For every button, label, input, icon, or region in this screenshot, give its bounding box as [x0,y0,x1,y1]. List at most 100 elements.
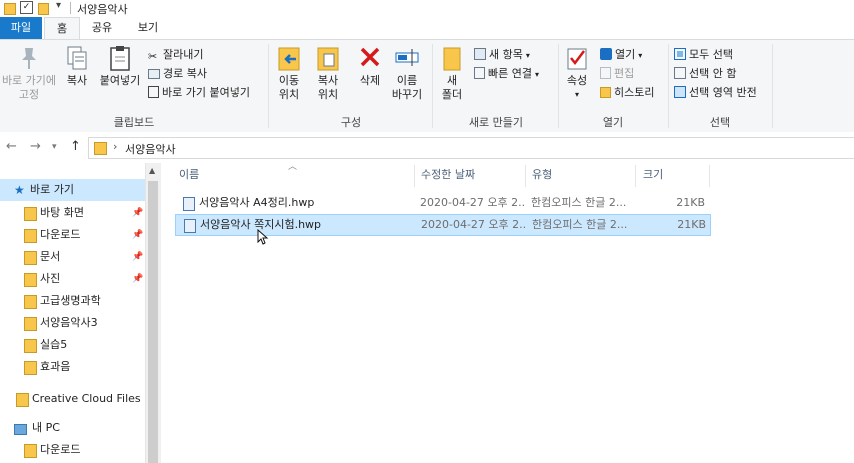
folder-icon [94,142,107,155]
column-divider[interactable] [709,165,710,187]
chevron-down-icon[interactable]: ▾ [56,0,61,11]
easy-access-icon [474,67,485,79]
tab-file[interactable]: 파일 [0,17,42,39]
scroll-up-icon[interactable]: ▲ [149,166,155,175]
file-type: 한컴오피스 한글 2... [532,218,628,231]
tab-view[interactable]: 보기 [128,17,168,39]
scrollbar-thumb[interactable] [148,181,158,463]
properties-button[interactable]: 속성 ▾ [560,44,594,102]
new-item-button[interactable]: 새 항목 ▾ [474,46,530,63]
column-type[interactable]: 유형 [532,163,552,187]
invert-selection-button[interactable]: 선택 영역 반전 [674,84,757,101]
open-label: 열기 [615,48,636,61]
copy-to-button[interactable]: 복사 위치 [310,44,346,102]
file-date: 2020-04-27 오후 2... [421,218,525,231]
folder-icon[interactable] [38,3,49,15]
column-divider[interactable] [414,165,415,187]
pin-icon[interactable]: 📌 [132,224,143,246]
nav-item[interactable]: 사진 📌 [0,268,145,290]
move-to-label: 이동 위치 [278,74,300,101]
rename-button[interactable]: 이름 바꾸기 [388,44,426,102]
ribbon-divider [558,44,559,128]
up-arrow-icon[interactable]: ↑ [70,139,81,154]
pin-icon[interactable]: 📌 [132,268,143,290]
nav-item-label: 효과음 [40,360,71,373]
copy-folder-icon [317,47,339,71]
history-label: 히스토리 [614,86,655,99]
column-divider[interactable] [525,165,526,187]
paste-shortcut-label: 바로 가기 붙여넣기 [162,86,250,99]
move-to-button[interactable]: 이동 위치 [272,44,306,102]
chevron-down-icon[interactable]: ▾ [52,142,57,152]
file-size: 21KB [677,218,706,231]
file-date: 2020-04-27 오후 2... [420,196,524,209]
nav-item[interactable]: 효과음 [0,356,145,378]
delete-label: 삭제 [359,74,381,87]
nav-item[interactable]: 문서 📌 [0,246,145,268]
folder-icon [24,295,37,309]
copy-button[interactable]: 복사 [60,44,94,88]
nav-item[interactable]: 고급생명과학 [0,290,145,312]
table-row[interactable]: 서양음악사 쪽지시험.hwp 2020-04-27 오후 2... 한컴오피스 한글… [175,214,711,236]
tab-share[interactable]: 공유 [82,17,122,39]
nav-item[interactable]: 다운로드 📌 [0,224,145,246]
back-arrow-icon[interactable]: ← [6,139,17,154]
delete-button[interactable]: 삭제 [352,44,388,88]
chevron-down-icon: ▾ [525,51,530,60]
history-icon [600,87,611,98]
pin-icon[interactable]: 📌 [132,246,143,268]
copy-icon [67,46,87,70]
nav-quick-access[interactable]: ★ 바로 가기 [0,179,145,201]
cut-button[interactable]: ✂ 잘라내기 [148,46,203,63]
ribbon-tabs: 파일 홈 공유 보기 [0,17,854,40]
select-all-button[interactable]: 모두 선택 [674,46,733,63]
chevron-down-icon: ▾ [574,90,579,99]
new-folder-button[interactable]: 새 폴더 [436,44,468,102]
easy-access-button[interactable]: 빠른 연결 ▾ [474,65,539,82]
paste-label: 붙여넣기 [99,74,141,87]
history-button[interactable]: 히스토리 [600,84,654,101]
nav-scrollbar[interactable]: ▲ [145,163,161,463]
pin-icon[interactable]: 📌 [132,202,143,224]
file-name: 서양음악사 A4정리.hwp [199,196,315,209]
open-button[interactable]: 열기 ▾ [600,46,642,63]
paste-button[interactable]: 붙여넣기 [96,44,144,88]
nav-item[interactable]: 바탕 화면 📌 [0,202,145,224]
address-bar[interactable]: › 서양음악사 [88,137,854,159]
clipboard-group-label: 클립보드 [113,116,155,129]
cursor-icon [257,229,269,245]
path-icon [148,69,160,79]
nav-item[interactable]: 서양음악사3 [0,312,145,334]
file-name: 서양음악사 쪽지시험.hwp [200,218,322,231]
chevron-down-icon: ▾ [534,70,539,79]
cut-label: 잘라내기 [163,48,204,61]
nav-item-label: 바탕 화면 [40,206,84,219]
new-folder-icon [443,47,461,71]
column-size[interactable]: 크기 [643,163,663,187]
hwp-file-icon [183,197,195,211]
pin-icon [22,48,36,69]
column-divider[interactable] [635,165,636,187]
tab-home[interactable]: 홈 [44,17,80,40]
pin-quick-access-button[interactable]: 바로 가기에 고정 [0,44,58,102]
breadcrumb-current[interactable]: 서양음악사 [125,141,176,157]
select-all-icon [674,48,686,60]
paste-shortcut-button[interactable]: 바로 가기 붙여넣기 [148,84,250,101]
star-icon: ★ [14,183,25,197]
folder-icon [4,3,16,15]
column-name[interactable]: 이름 [179,163,199,187]
copy-path-button[interactable]: 경로 복사 [148,65,207,82]
table-row[interactable]: 서양음악사 A4정리.hwp 2020-04-27 오후 2... 한컴오피스 한글… [175,193,709,213]
checkbox-icon[interactable]: ✓ [20,1,33,14]
breadcrumb-chevron-icon[interactable]: › [113,140,117,153]
edit-button[interactable]: 편집 [600,65,634,82]
invert-selection-icon [674,86,686,98]
folder-icon [24,273,37,287]
column-date[interactable]: 수정한 날짜 [421,163,475,187]
forward-arrow-icon[interactable]: → [30,139,41,154]
select-all-label: 모두 선택 [689,48,733,61]
select-none-button[interactable]: 선택 안 함 [674,65,736,82]
nav-item[interactable]: 실습5 [0,334,145,356]
navigation-pane: ★ 바로 가기 바탕 화면 📌 다운로드 📌 문서 📌 사진 📌 고급생명과학 서양음악사3 실습5… [0,163,160,463]
folder-icon [24,317,37,331]
